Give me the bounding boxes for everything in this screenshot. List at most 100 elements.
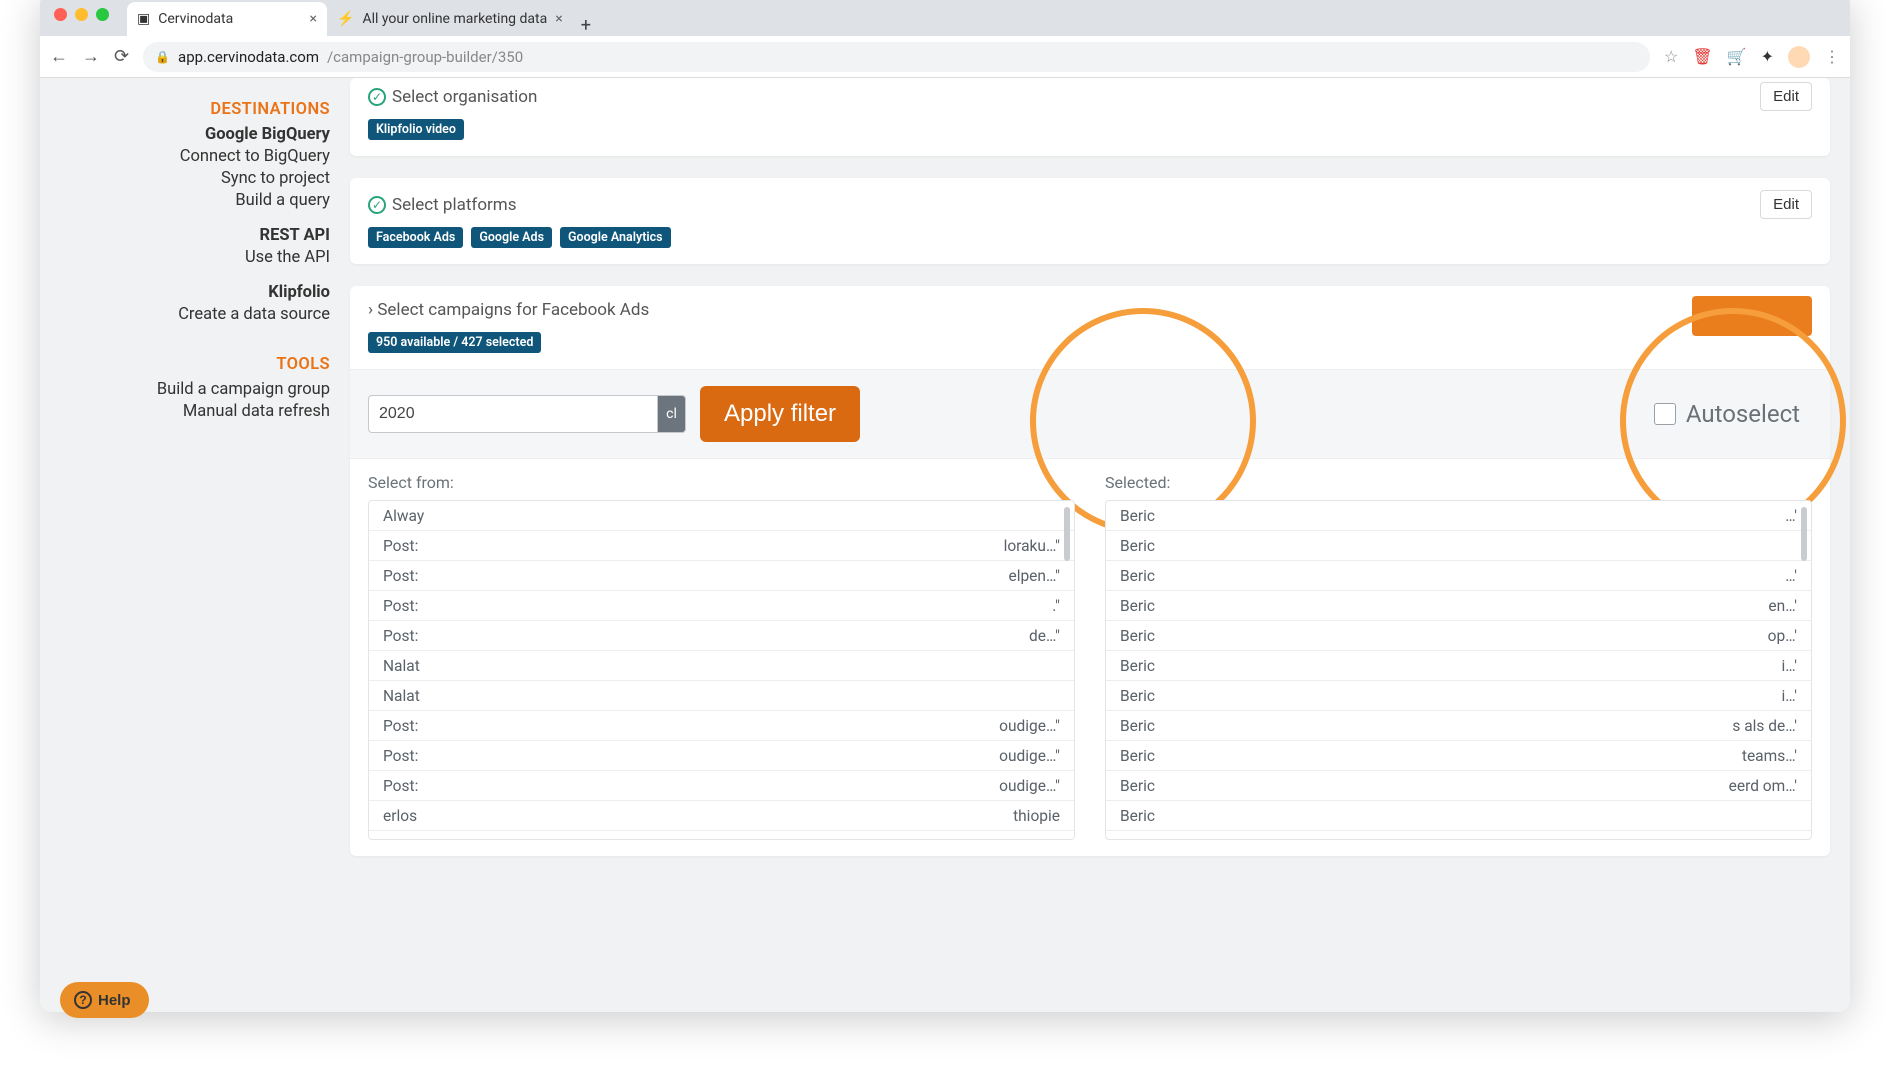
list-item[interactable]: Bericteams…' [1106, 741, 1811, 771]
star-icon[interactable]: ☆ [1664, 47, 1678, 66]
list-item[interactable]: Beric [1106, 801, 1811, 831]
ext-trash-icon[interactable]: 🗑 [1692, 47, 1712, 66]
list-item[interactable]: Nalat [369, 681, 1074, 711]
close-icon[interactable]: × [310, 11, 317, 27]
list-item-right: thiopie [1013, 807, 1060, 825]
platform-pill: Google Ads [471, 227, 552, 248]
traffic-close-icon[interactable] [54, 8, 67, 21]
traffic-minimize-icon[interactable] [75, 8, 88, 21]
list-item-right: …' [1785, 507, 1797, 525]
sidebar-item[interactable]: REST API [40, 226, 330, 245]
autoselect-group[interactable]: Autoselect [1654, 400, 1800, 428]
list-item[interactable]: Post:." [369, 591, 1074, 621]
apply-filter-button[interactable]: Apply filter [700, 386, 860, 442]
list-item[interactable]: Post:oudige…" [369, 771, 1074, 801]
sidebar-item[interactable]: Klipfolio [40, 283, 330, 302]
list-item-left: Beric [1120, 627, 1155, 645]
card-title: Select platforms [392, 195, 516, 215]
url-host: app.cervinodata.com [178, 48, 319, 66]
list-item-left: Beric [1120, 567, 1155, 585]
extensions-icon[interactable]: ✦ [1761, 47, 1774, 66]
autoselect-checkbox[interactable] [1654, 403, 1676, 425]
back-icon[interactable]: ← [50, 46, 68, 67]
list-item[interactable]: Post:de…" [369, 621, 1074, 651]
sidebar-item[interactable]: Use the API [40, 248, 330, 267]
sidebar-item[interactable]: Connect to BigQuery [40, 147, 330, 166]
new-tab-icon[interactable]: + [581, 15, 591, 36]
list-item[interactable]: Post:elpen…" [369, 561, 1074, 591]
clear-label: cl [666, 406, 677, 422]
list-item[interactable]: Beric …' [1106, 561, 1811, 591]
list-item-right: …' [1785, 567, 1797, 585]
list-item-left: Nalat [383, 687, 420, 705]
tab-active[interactable]: ▣ Cervinodata × [127, 2, 327, 36]
list-item[interactable]: Beric [1106, 531, 1811, 561]
list-item[interactable]: erlosthiopie [369, 801, 1074, 831]
list-item[interactable]: Beric…' [1106, 501, 1811, 531]
list-item[interactable]: Bericoe je dat?' [1106, 831, 1811, 840]
list-item-left: Beric [1120, 537, 1155, 555]
sidebar-item[interactable]: Google BigQuery [40, 125, 330, 144]
list-item-left: Post: [383, 777, 418, 795]
list-item-left: Beric [1120, 657, 1155, 675]
org-pill: Klipfolio video [368, 119, 464, 140]
lock-icon: 🔒 [155, 50, 170, 64]
help-icon: ? [74, 991, 92, 1009]
clear-button[interactable]: cl [658, 395, 686, 433]
omnibox[interactable]: 🔒 app.cervinodata.com /campaign-group-bu… [143, 42, 1650, 72]
list-item[interactable]: Berici…' [1106, 681, 1811, 711]
list-item[interactable]: Nalat [369, 651, 1074, 681]
scrollbar-thumb-icon[interactable] [1064, 507, 1070, 561]
list-item[interactable]: Bericop…' [1106, 621, 1811, 651]
list-item[interactable]: Bericeerd om…' [1106, 771, 1811, 801]
selected-list[interactable]: Beric…'BericBeric…'Bericen…'Bericop…'Ber… [1105, 500, 1812, 840]
selected-column: Selected: Beric…'BericBeric…'Bericen…'Be… [1105, 467, 1812, 840]
browser-titlebar: ▣ Cervinodata × ⚡ All your online market… [40, 0, 1850, 36]
chevron-right-icon[interactable]: › [368, 300, 373, 320]
list-item-right: oudige…" [999, 747, 1060, 765]
sidebar-item[interactable]: Create a data source [40, 305, 330, 324]
list-item[interactable]: Bericen…' [1106, 591, 1811, 621]
list-item-left: Beric [1120, 807, 1155, 825]
select-from-list[interactable]: AlwayPost:loraku…"Post:elpen…"Post:."Pos… [368, 500, 1075, 840]
list-item-left: Nalat [383, 657, 420, 675]
profile-avatar-icon[interactable] [1788, 46, 1810, 68]
tab-title: All your online marketing data [362, 11, 547, 27]
filter-input[interactable] [368, 395, 658, 433]
list-item[interactable]: Berici…' [1106, 651, 1811, 681]
sidebar-item[interactable]: Manual data refresh [40, 402, 330, 421]
platform-pill: Google Analytics [560, 227, 671, 248]
campaigns-title: Select campaigns for Facebook Ads [377, 300, 649, 320]
list-item[interactable]: Post:loraku…" [369, 531, 1074, 561]
list-item[interactable]: Post:oudige…" [369, 741, 1074, 771]
orange-button-peek[interactable] [1692, 296, 1812, 336]
tab-inactive[interactable]: ⚡ All your online marketing data × [327, 2, 573, 36]
edit-button[interactable]: Edit [1760, 82, 1812, 111]
sidebar-item[interactable]: Build a campaign group [40, 380, 330, 399]
tab-title: Cervinodata [158, 11, 233, 27]
sidebar-item[interactable]: Build a query [40, 191, 330, 210]
list-item-left: Post: [383, 717, 418, 735]
tab-favicon-icon: ▣ [137, 11, 150, 27]
platform-pill: Facebook Ads [368, 227, 463, 248]
list-item[interactable]: Post: oudige…" [369, 711, 1074, 741]
card-organisation: ✓ Select organisation Edit Klipfolio vid… [350, 78, 1830, 156]
close-icon[interactable]: × [555, 11, 562, 27]
list-item-right: oudige…" [999, 717, 1060, 735]
scrollbar-thumb-icon[interactable] [1801, 507, 1807, 561]
help-label: Help [98, 992, 131, 1009]
list-item[interactable]: Alway [369, 501, 1074, 531]
edit-button[interactable]: Edit [1760, 190, 1812, 219]
reload-icon[interactable]: ⟳ [114, 46, 129, 67]
help-button[interactable]: ? Help [60, 982, 149, 1018]
tab-strip: ▣ Cervinodata × ⚡ All your online market… [127, 0, 591, 36]
url-path: /campaign-group-builder/350 [327, 48, 523, 66]
list-item-left: Beric [1120, 717, 1155, 735]
list-item[interactable]: Post:." [369, 831, 1074, 840]
sidebar-item[interactable]: Sync to project [40, 169, 330, 188]
traffic-zoom-icon[interactable] [96, 8, 109, 21]
ext-cart-icon[interactable]: 🛒 [1727, 47, 1747, 66]
forward-icon[interactable]: → [82, 46, 100, 67]
list-item[interactable]: Berics als de…' [1106, 711, 1811, 741]
kebab-icon[interactable]: ⋮ [1824, 47, 1840, 66]
